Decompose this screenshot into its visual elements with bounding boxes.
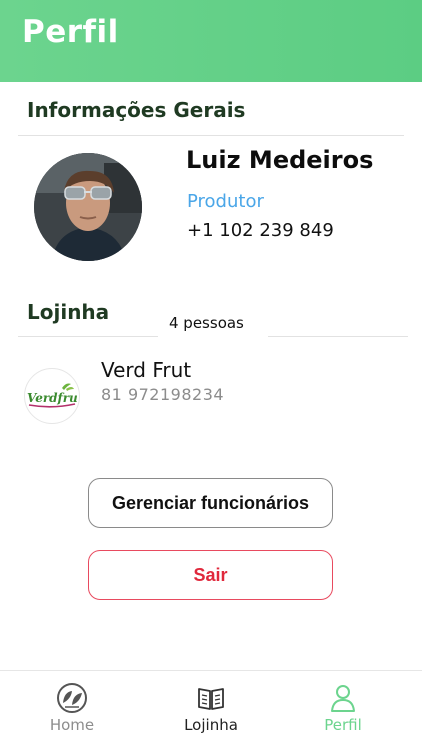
store-logo[interactable]: Verdfrut [24, 368, 80, 424]
people-count: 4 pessoas [169, 314, 244, 332]
avatar [34, 153, 142, 261]
tab-home-label: Home [49, 716, 95, 734]
divider [268, 336, 408, 337]
tab-bar: Home Lojinha Perfil [0, 670, 422, 750]
tab-perfil-label: Perfil [324, 716, 362, 734]
profile-screen: Perfil Informações Gerais Luiz Medeiros … [0, 0, 422, 750]
logout-button[interactable]: Sair [88, 550, 333, 600]
tab-lojinha[interactable]: Lojinha [151, 671, 271, 750]
tab-home[interactable]: Home [12, 671, 132, 750]
user-phone: +1 102 239 849 [187, 220, 334, 241]
store-name[interactable]: Verd Frut [101, 358, 191, 382]
divider [18, 135, 404, 136]
person-icon [331, 685, 355, 712]
tab-lojinha-label: Lojinha [184, 716, 238, 734]
user-name: Luiz Medeiros [186, 146, 374, 174]
divider [18, 336, 158, 337]
general-info-title: Informações Gerais [27, 98, 246, 122]
user-role: Produtor [187, 191, 264, 212]
leaf-icon [57, 683, 87, 713]
avatar-photo-icon [34, 153, 142, 261]
svg-text:Verdfrut: Verdfrut [27, 391, 78, 405]
store-phone: 81 972198234 [101, 385, 225, 404]
book-icon [198, 688, 224, 710]
tab-perfil[interactable]: Perfil [283, 671, 403, 750]
verdfrut-logo-icon: Verdfrut [27, 383, 78, 408]
header-bar: Perfil [0, 0, 422, 82]
manage-employees-button[interactable]: Gerenciar funcionários [88, 478, 333, 528]
page-title: Perfil [22, 14, 119, 50]
store-section-title: Lojinha [27, 300, 110, 324]
